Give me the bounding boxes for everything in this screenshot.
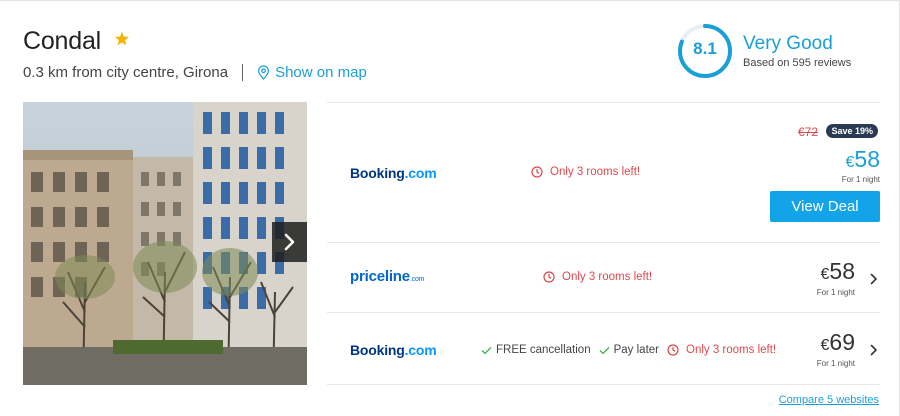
free-cancellation: FREE cancellation: [481, 344, 591, 356]
rooms-left-text: Only 3 rooms left!: [550, 166, 641, 178]
provider-suffix: .com: [409, 276, 425, 283]
chevron-right-icon[interactable]: [870, 273, 878, 285]
booking-logo: Booking.com: [350, 342, 437, 358]
rooms-left: Only 3 rooms left!: [543, 271, 652, 283]
per-night: For 1 night: [841, 175, 880, 184]
deal-price: €58: [846, 146, 881, 173]
map-pin-icon: [258, 65, 270, 80]
divider: [242, 64, 244, 81]
deal-features: FREE cancellation Pay later Only 3 rooms…: [481, 344, 776, 356]
rating-score: 8.1: [693, 39, 717, 58]
star-icon: [115, 31, 129, 46]
location-line: 0.3 km from city centre, Girona Show on …: [23, 64, 367, 81]
deal-price: €58: [821, 258, 856, 285]
provider-suffix: .com: [404, 342, 437, 358]
review-count[interactable]: Based on 595 reviews: [743, 57, 851, 69]
chevron-right-icon[interactable]: [870, 344, 878, 356]
rooms-left: Only 3 rooms left!: [531, 166, 640, 178]
deal-row[interactable]: priceline.com Only 3 rooms left! €58 For…: [327, 242, 880, 312]
per-night: For 1 night: [816, 359, 855, 368]
rooms-left-text: Only 3 rooms left!: [686, 344, 777, 356]
provider-name: Booking: [350, 165, 405, 181]
per-night: For 1 night: [816, 288, 855, 297]
hotel-photo[interactable]: [23, 102, 307, 385]
provider-name: priceline: [350, 268, 410, 285]
clock-icon: [531, 166, 543, 178]
rooms-left-text: Only 3 rooms left!: [562, 271, 653, 283]
provider-suffix: .com: [404, 165, 437, 181]
booking-logo: Booking.com: [350, 165, 437, 181]
feature-text: Pay later: [613, 344, 659, 356]
hotel-name[interactable]: Condal: [23, 27, 101, 56]
hotel-photo-image: [23, 102, 307, 385]
compare-websites-link[interactable]: Compare 5 websites: [779, 394, 879, 406]
check-icon: [481, 346, 492, 354]
clock-icon: [667, 344, 679, 356]
pay-later: Pay later: [599, 344, 659, 356]
show-on-map-label: Show on map: [275, 64, 367, 81]
rating-label: Very Good: [743, 33, 833, 54]
hotel-card: Condal 0.3 km from city centre, Girona S…: [0, 0, 900, 416]
price-amount: 69: [829, 329, 855, 355]
feature-text: FREE cancellation: [496, 344, 591, 356]
show-on-map-link[interactable]: Show on map: [257, 64, 367, 81]
chevron-right-icon: [284, 233, 294, 251]
deal-row[interactable]: Booking.com FREE cancellation Pay later …: [327, 312, 880, 385]
save-badge: Save 19%: [826, 124, 878, 138]
clock-icon: [543, 271, 555, 283]
view-deal-button[interactable]: View Deal: [770, 191, 880, 222]
deal-price: €69: [821, 329, 856, 356]
check-icon: [599, 346, 610, 354]
provider-name: Booking: [350, 342, 405, 358]
price-amount: 58: [829, 258, 855, 284]
distance-text: 0.3 km from city centre, Girona: [23, 64, 229, 81]
next-photo-button[interactable]: [272, 222, 307, 262]
price-amount: 58: [854, 146, 880, 172]
original-price: €72: [797, 125, 818, 139]
priceline-logo: priceline.com: [350, 268, 424, 285]
deal-row[interactable]: Booking.com Only 3 rooms left! €72 Save …: [327, 102, 880, 242]
